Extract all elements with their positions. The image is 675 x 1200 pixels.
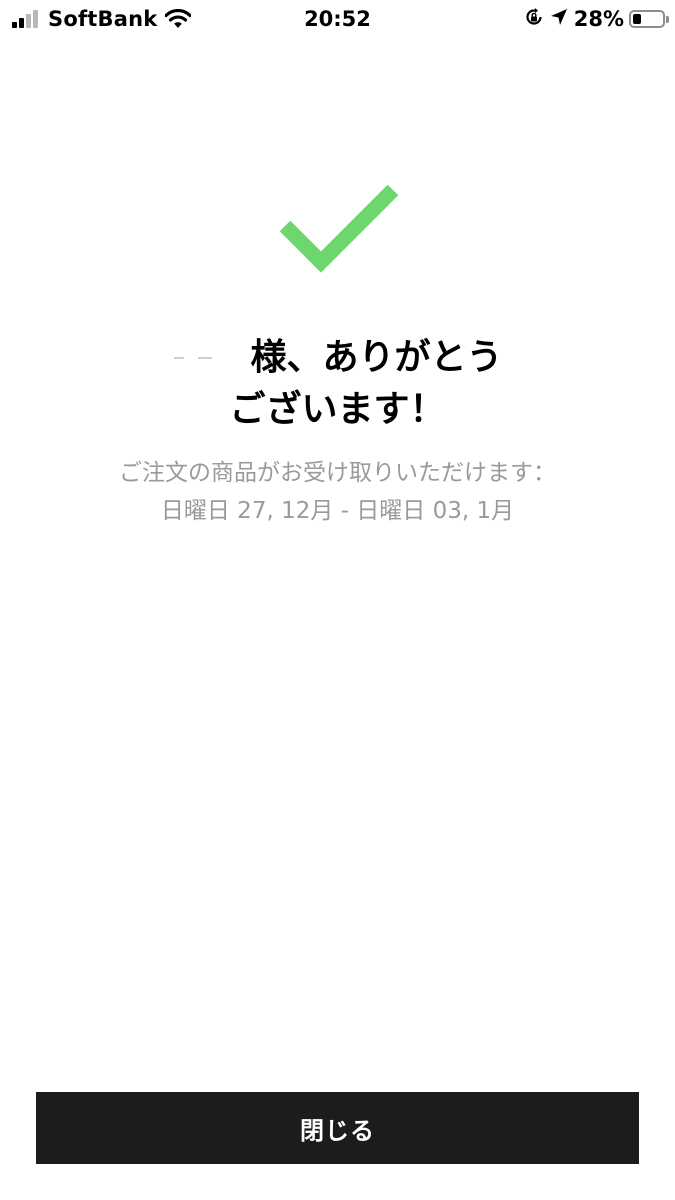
redacted-customer-name (172, 339, 236, 379)
delivery-label: ご注文の商品がお受け取りいただけます： (119, 460, 556, 486)
delivery-date-range: 日曜日 27, 12月 - 日曜日 03, 1月 (160, 498, 515, 524)
thank-you-text-1: 様、ありがとう (250, 337, 503, 378)
delivery-info: ご注文の商品がお受け取りいただけます： 日曜日 27, 12月 - 日曜日 03… (0, 454, 675, 530)
thank-you-line-1: 様、ありがとう (0, 332, 675, 384)
battery-icon (629, 10, 669, 28)
close-button[interactable]: 閉じる (36, 1092, 639, 1164)
checkmark-icon (276, 182, 402, 278)
thank-you-text-2: ございます！ (229, 389, 446, 430)
status-right: 28% (524, 6, 669, 32)
battery-percentage: 28% (573, 7, 624, 31)
location-arrow-icon (550, 8, 568, 30)
status-bar: SoftBank 20:52 28% (0, 0, 675, 40)
battery-level-fill (633, 14, 641, 24)
orientation-lock-icon (524, 7, 544, 31)
thank-you-heading: 様、ありがとう ございます！ (0, 332, 675, 436)
